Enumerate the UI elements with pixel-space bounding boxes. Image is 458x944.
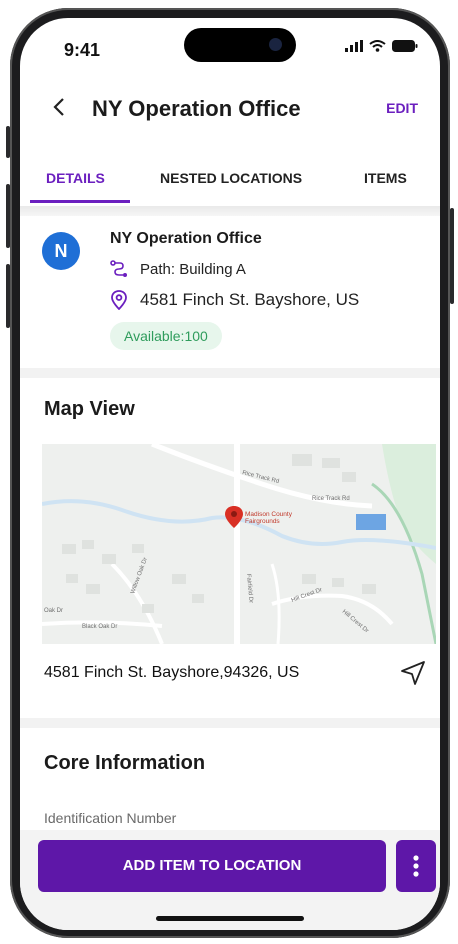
volume-down-button xyxy=(6,264,10,328)
edit-button[interactable]: EDIT xyxy=(386,100,418,116)
location-pin-icon xyxy=(111,290,127,310)
route-icon xyxy=(110,260,127,277)
more-options-button[interactable] xyxy=(396,840,436,892)
bottom-action-bar: ADD ITEM TO LOCATION xyxy=(20,830,440,930)
silent-switch xyxy=(6,126,10,158)
more-vertical-icon xyxy=(413,855,419,877)
dynamic-island xyxy=(184,28,296,62)
section-divider xyxy=(20,368,440,378)
road-label: Rice Track Rd xyxy=(312,496,350,502)
power-button xyxy=(450,208,454,304)
wifi-icon xyxy=(369,40,386,52)
map-address: 4581 Finch St. Bayshore,94326, US xyxy=(44,664,300,681)
camera-icon xyxy=(269,38,282,51)
signal-icon xyxy=(345,40,363,52)
marker-label: Fairgrounds xyxy=(245,518,280,525)
core-information-title: Core Information xyxy=(44,752,206,774)
battery-icon xyxy=(392,40,418,52)
screen: 9:41 NY Operation Office EDIT DETAILS NE… xyxy=(20,18,440,930)
tab-items[interactable]: ITEMS xyxy=(364,170,407,186)
location-address: 4581 Finch St. Bayshore, US xyxy=(140,290,360,309)
home-indicator[interactable] xyxy=(156,916,304,921)
pond xyxy=(356,514,386,530)
tab-bar: DETAILS NESTED LOCATIONS ITEMS xyxy=(20,162,440,207)
status-time: 9:41 xyxy=(64,40,101,60)
location-path-row: Path: Building A xyxy=(110,260,246,278)
availability-badge: Available:100 xyxy=(110,322,222,350)
map-view-title: Map View xyxy=(44,398,135,420)
tab-nested-locations[interactable]: NESTED LOCATIONS xyxy=(160,170,302,186)
identification-number-label: Identification Number xyxy=(44,810,177,826)
add-item-to-location-button[interactable]: ADD ITEM TO LOCATION xyxy=(38,840,386,892)
avatar: N xyxy=(42,232,80,270)
road-label: Black Oak Dr xyxy=(82,624,117,630)
location-path: Path: Building A xyxy=(140,260,246,278)
road-label: Oak Dr xyxy=(44,608,63,614)
location-summary-card: N NY Operation Office Path: Building A 4… xyxy=(20,216,440,368)
tab-details[interactable]: DETAILS xyxy=(46,170,105,186)
section-divider xyxy=(20,718,440,728)
marker-label: Madison County xyxy=(245,511,293,518)
app-header: NY Operation Office EDIT xyxy=(20,88,440,128)
section-divider xyxy=(20,206,440,216)
chevron-left-icon xyxy=(53,98,64,116)
system-icons xyxy=(345,40,418,52)
status-bar: 9:41 xyxy=(20,18,440,70)
back-button[interactable] xyxy=(52,94,66,125)
volume-up-button xyxy=(6,184,10,248)
page-title: NY Operation Office xyxy=(92,96,301,121)
navigate-button[interactable] xyxy=(398,658,428,693)
location-name: NY Operation Office xyxy=(110,230,262,247)
active-tab-indicator xyxy=(30,200,130,203)
map-canvas: Rice Track Rd Rice Track Rd Fairfield Dr… xyxy=(42,444,436,644)
map-view[interactable]: Rice Track Rd Rice Track Rd Fairfield Dr… xyxy=(42,444,436,644)
navigation-arrow-icon xyxy=(401,661,425,685)
location-address-row: 4581 Finch St. Bayshore, US xyxy=(110,290,359,310)
